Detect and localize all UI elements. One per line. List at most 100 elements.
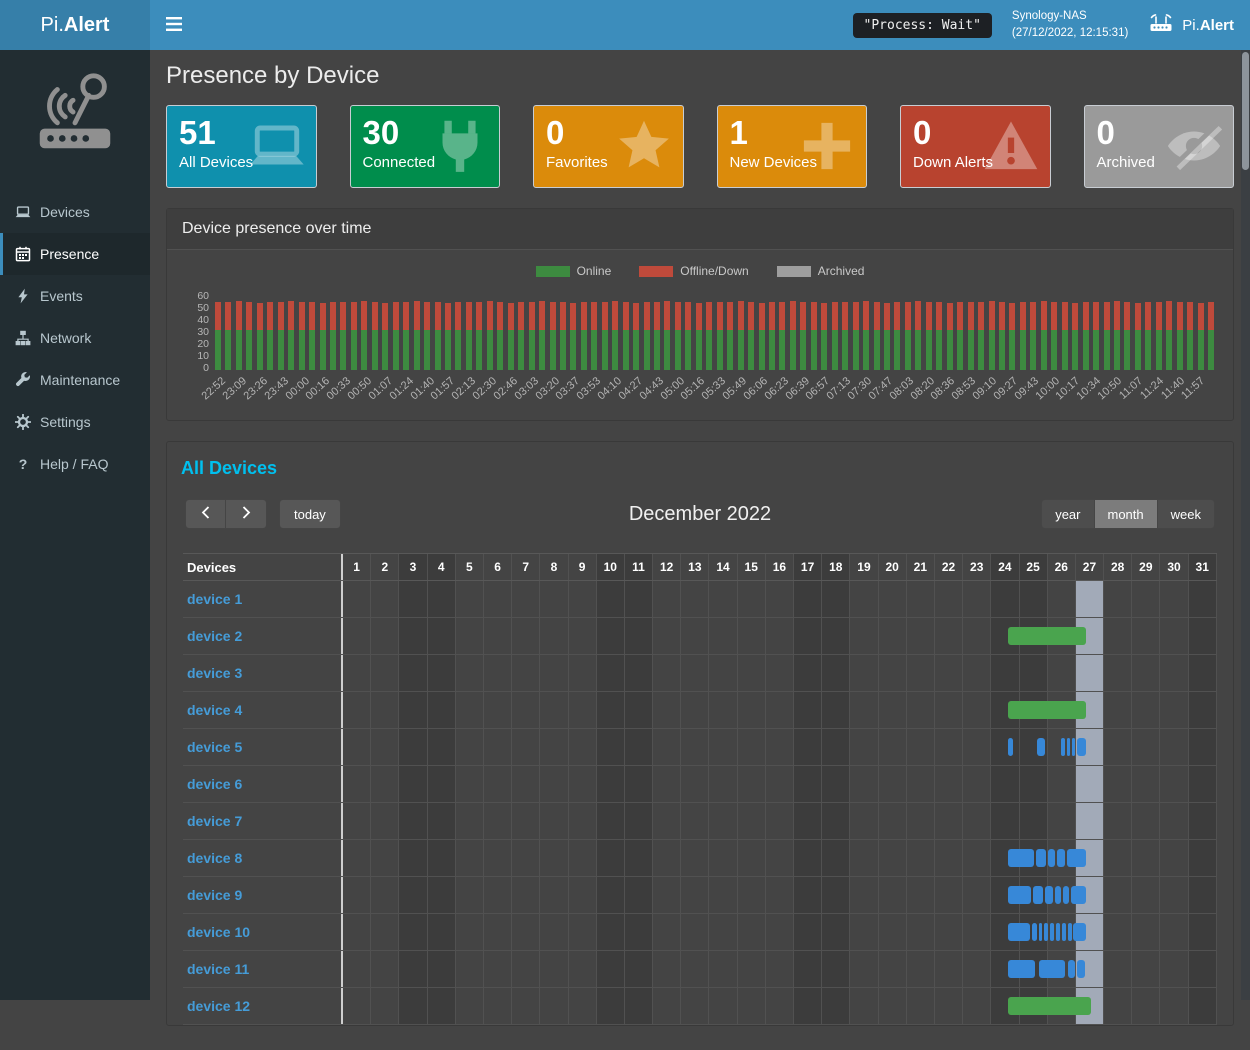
scrollbar[interactable]	[1241, 50, 1250, 1000]
presence-bar[interactable]	[1068, 923, 1072, 941]
today-button[interactable]: today	[279, 499, 341, 529]
presence-bar[interactable]	[1008, 849, 1034, 867]
presence-bar[interactable]	[1068, 960, 1075, 978]
day-cell	[625, 729, 653, 765]
presence-bar[interactable]	[1077, 960, 1085, 978]
stat-card-favorites[interactable]: 0Favorites	[533, 105, 684, 188]
navbar-main: "Process: Wait" Synology-NAS (27/12/2022…	[150, 0, 1250, 50]
day-cell	[907, 914, 935, 950]
presence-bar[interactable]	[1067, 849, 1087, 867]
day-cell	[1189, 692, 1217, 728]
day-cell	[963, 729, 991, 765]
day-cell	[794, 803, 822, 839]
online-segment	[351, 330, 357, 370]
device-link[interactable]: device 4	[187, 702, 242, 718]
device-link[interactable]: device 10	[187, 924, 250, 940]
presence-bar[interactable]	[1067, 738, 1070, 756]
device-link[interactable]: device 12	[187, 998, 250, 1014]
presence-bar[interactable]	[1008, 738, 1013, 756]
stat-card-archived[interactable]: 0Archived	[1084, 105, 1235, 188]
presence-bar[interactable]	[1056, 923, 1060, 941]
stat-card-down-alerts[interactable]: 0Down Alerts	[900, 105, 1051, 188]
sidebar-toggle-button[interactable]	[150, 0, 198, 50]
stat-card-connected[interactable]: 30Connected	[350, 105, 501, 188]
scrollbar-thumb[interactable]	[1242, 52, 1249, 170]
offline-segment	[382, 303, 388, 330]
week-view-button[interactable]: week	[1158, 499, 1215, 529]
navbar-brand-right[interactable]: Pi.Alert	[1148, 13, 1234, 37]
presence-bar[interactable]	[1061, 738, 1065, 756]
presence-bar[interactable]	[1063, 886, 1069, 904]
y-tick-label: 50	[185, 302, 209, 314]
day-cell	[512, 655, 540, 691]
presence-bar[interactable]	[1055, 886, 1061, 904]
day-cell	[343, 729, 371, 765]
presence-bar[interactable]	[1008, 701, 1086, 719]
presence-bar[interactable]	[1008, 886, 1031, 904]
presence-bar[interactable]	[1050, 923, 1054, 941]
presence-bar[interactable]	[1039, 923, 1042, 941]
offline-segment	[612, 301, 618, 330]
day-cell	[653, 877, 681, 913]
stat-card-all-devices[interactable]: 51All Devices	[166, 105, 317, 188]
prev-button[interactable]	[185, 499, 226, 529]
day-cell	[343, 655, 371, 691]
device-link[interactable]: device 5	[187, 739, 242, 755]
online-segment	[926, 330, 932, 370]
app-logo[interactable]: Pi.Alert	[0, 0, 150, 50]
presence-bar[interactable]	[1008, 960, 1035, 978]
presence-bar[interactable]	[1072, 738, 1076, 756]
presence-bar[interactable]	[1033, 886, 1043, 904]
day-cell	[399, 618, 427, 654]
sidebar-item-events[interactable]: Events	[0, 275, 150, 317]
offline-segment	[1198, 303, 1204, 330]
presence-bar[interactable]	[1062, 923, 1066, 941]
year-view-button[interactable]: year	[1041, 499, 1094, 529]
day-cell	[653, 803, 681, 839]
day-cell	[569, 988, 597, 1024]
day-cell	[879, 951, 907, 987]
presence-bar[interactable]	[1032, 923, 1037, 941]
device-link[interactable]: device 8	[187, 850, 242, 866]
device-link[interactable]: device 9	[187, 887, 242, 903]
presence-bar[interactable]	[1071, 886, 1087, 904]
offline-segment	[539, 301, 545, 330]
sidebar-item-network[interactable]: Network	[0, 317, 150, 359]
offline-segment	[550, 302, 556, 330]
sidebar-item-help-faq[interactable]: ?Help / FAQ	[0, 443, 150, 485]
sidebar-item-settings[interactable]: Settings	[0, 401, 150, 443]
next-button[interactable]	[226, 499, 267, 529]
presence-bar[interactable]	[1008, 923, 1030, 941]
presence-bar[interactable]	[1037, 738, 1045, 756]
offline-segment	[842, 302, 848, 330]
offline-segment	[1145, 302, 1151, 330]
chart-bar	[894, 290, 900, 370]
month-view-button[interactable]: month	[1095, 499, 1158, 529]
device-link[interactable]: device 11	[187, 961, 249, 977]
device-link[interactable]: device 2	[187, 628, 242, 644]
main-content: Presence by Device 51All Devices30Connec…	[150, 50, 1250, 1026]
presence-bar[interactable]	[1044, 923, 1048, 941]
sidebar-item-devices[interactable]: Devices	[0, 191, 150, 233]
sidebar-item-maintenance[interactable]: Maintenance	[0, 359, 150, 401]
online-segment	[455, 330, 461, 370]
day-header-cell: 28	[1104, 554, 1132, 580]
stat-card-new-devices[interactable]: 1New Devices	[717, 105, 868, 188]
device-link[interactable]: device 3	[187, 665, 242, 681]
online-segment	[570, 330, 576, 370]
day-cell	[1189, 840, 1217, 876]
chart-bar	[257, 290, 263, 370]
device-link[interactable]: device 7	[187, 813, 242, 829]
presence-bar[interactable]	[1073, 923, 1086, 941]
device-link[interactable]: device 6	[187, 776, 242, 792]
chart-bar	[550, 290, 556, 370]
presence-bar[interactable]	[1036, 849, 1046, 867]
presence-bar[interactable]	[1039, 960, 1065, 978]
sidebar-item-presence[interactable]: Presence	[0, 233, 150, 275]
presence-bar[interactable]	[1077, 738, 1086, 756]
presence-bar[interactable]	[1057, 849, 1065, 867]
device-link[interactable]: device 1	[187, 591, 242, 607]
presence-bar[interactable]	[1048, 849, 1055, 867]
presence-bar[interactable]	[1045, 886, 1053, 904]
presence-bar[interactable]	[1008, 627, 1086, 645]
